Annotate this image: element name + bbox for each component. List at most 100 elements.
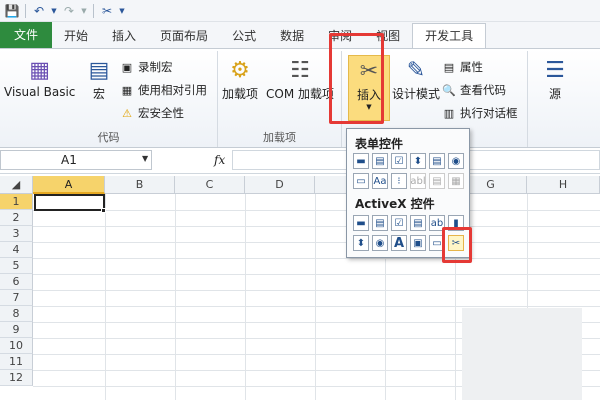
select-all-corner[interactable]: ◢: [0, 176, 33, 194]
gridline: [33, 290, 600, 291]
column-header[interactable]: B: [105, 176, 175, 194]
listbox-icon[interactable]: ▤: [429, 153, 445, 169]
row-header[interactable]: 2: [0, 210, 33, 226]
design-mode-icon: ✎: [406, 57, 426, 83]
column-header[interactable]: A: [33, 176, 105, 194]
macro-security-button[interactable]: ⚠ 宏安全性: [120, 105, 184, 121]
textfield-icon[interactable]: abl: [410, 173, 426, 189]
tab-data[interactable]: 数据: [268, 24, 316, 48]
undo-dropdown-icon[interactable]: ▼: [50, 3, 58, 19]
option-icon[interactable]: ◉: [372, 235, 388, 251]
option-icon[interactable]: ◉: [448, 153, 464, 169]
row-header[interactable]: 6: [0, 274, 33, 290]
combo-drop-icon[interactable]: ▦: [448, 173, 464, 189]
tab-page-layout[interactable]: 页面布局: [148, 24, 220, 48]
row-header[interactable]: 4: [0, 242, 33, 258]
tab-developer[interactable]: 开发工具: [412, 23, 487, 48]
formula-bar: A1 ▼ fx: [0, 148, 600, 174]
combobox-icon[interactable]: ▤: [372, 215, 388, 231]
view-code-label: 查看代码: [460, 83, 506, 97]
groupbox-icon[interactable]: ▭: [353, 173, 369, 189]
macro-label: 宏: [92, 87, 105, 101]
fx-icon[interactable]: fx: [214, 153, 225, 167]
row-header[interactable]: 5: [0, 258, 33, 274]
combo-list-icon[interactable]: ▤: [429, 173, 445, 189]
button-icon[interactable]: ▬: [353, 153, 369, 169]
label-icon[interactable]: Aa: [372, 173, 388, 189]
row-header[interactable]: 10: [0, 338, 33, 354]
group-code: ▦ Visual Basic ▤ 宏 ▣ 录制宏 ▦ 使用相对引用 ⚠ 宏安全性…: [0, 51, 218, 147]
form-controls-title: 表单控件: [355, 137, 404, 151]
listbox-icon[interactable]: ▤: [410, 215, 426, 231]
properties-button[interactable]: ▤ 属性: [442, 59, 483, 75]
warning-icon: ⚠: [122, 106, 132, 120]
view-code-button[interactable]: 🔍 查看代码: [442, 82, 506, 98]
macro-button[interactable]: ▤ 宏: [82, 55, 116, 102]
gear-icon: ⚙: [230, 57, 250, 83]
group-xml: ☰ 源: [528, 51, 600, 147]
combobox-icon[interactable]: ▤: [372, 153, 388, 169]
save-icon[interactable]: 💾: [4, 3, 20, 19]
row-header[interactable]: 3: [0, 226, 33, 242]
button-icon[interactable]: ▬: [353, 215, 369, 231]
scrollbar-icon[interactable]: ⁝: [391, 173, 407, 189]
run-dialog-button[interactable]: ▥ 执行对话框: [442, 105, 518, 121]
row-header[interactable]: 9: [0, 322, 33, 338]
label-icon[interactable]: A: [391, 235, 407, 251]
tab-insert[interactable]: 插入: [100, 24, 148, 48]
undo-icon[interactable]: ↶: [31, 3, 47, 19]
name-box[interactable]: A1: [0, 150, 152, 170]
relative-ref-button[interactable]: ▦ 使用相对引用: [120, 82, 207, 98]
column-header-row: ◢ A B C D E F G H: [0, 176, 600, 194]
quick-access-toolbar: 💾 ↶ ▼ ↷ ▼ ✂ ▼: [0, 0, 600, 22]
highlight-insert-button: [329, 33, 384, 124]
ribbon-tabs: 文件 开始 插入 页面布局 公式 数据 审阅 视图 开发工具: [0, 22, 600, 48]
spinner-icon[interactable]: ⬍: [353, 235, 369, 251]
selected-cell[interactable]: [34, 194, 105, 211]
worksheet-grid[interactable]: ◢ A B C D E F G H 1 2 3 4 5 6 7 8 9 10 1…: [0, 176, 600, 400]
source-button[interactable]: ☰ 源: [538, 55, 572, 102]
run-dialog-icon: ▥: [443, 106, 455, 120]
run-dialog-label: 执行对话框: [460, 106, 518, 120]
gridline: [33, 258, 600, 259]
properties-label: 属性: [460, 60, 483, 74]
row-header[interactable]: 8: [0, 306, 33, 322]
row-header[interactable]: 7: [0, 290, 33, 306]
addins-button[interactable]: ⚙ 加载项: [222, 55, 258, 102]
redo-icon[interactable]: ↷: [61, 3, 77, 19]
tools-icon[interactable]: ✂: [99, 3, 115, 19]
checkbox-icon[interactable]: ☑: [391, 215, 407, 231]
design-mode-label: 设计模式: [392, 87, 441, 101]
group-addins: ⚙ 加载项 ☷ COM 加载项 加载项: [218, 51, 342, 147]
chevron-down-icon[interactable]: ▼: [142, 154, 148, 163]
gridline: [33, 210, 600, 211]
customize-qat-icon[interactable]: ▼: [118, 3, 126, 19]
view-code-icon: 🔍: [442, 83, 456, 97]
checkbox-icon[interactable]: ☑: [391, 153, 407, 169]
row-header[interactable]: 12: [0, 370, 33, 386]
macro-icon: ▤: [88, 57, 110, 83]
fill-handle[interactable]: [101, 208, 106, 213]
visual-basic-label: Visual Basic: [4, 85, 76, 99]
group-addins-label: 加载项: [263, 131, 296, 144]
row-header[interactable]: 1: [0, 194, 33, 210]
com-addins-label: COM 加载项: [266, 87, 334, 101]
tab-formulas[interactable]: 公式: [220, 24, 268, 48]
ribbon: ▦ Visual Basic ▤ 宏 ▣ 录制宏 ▦ 使用相对引用 ⚠ 宏安全性…: [0, 48, 600, 148]
addins-label: 加载项: [222, 87, 259, 101]
tab-file[interactable]: 文件: [0, 22, 53, 48]
record-macro-button[interactable]: ▣ 录制宏: [120, 59, 173, 75]
spinner-icon[interactable]: ⬍: [410, 153, 426, 169]
tab-home[interactable]: 开始: [52, 24, 100, 48]
column-header[interactable]: C: [175, 176, 245, 194]
gridline: [33, 274, 600, 275]
visual-basic-button[interactable]: ▦ Visual Basic: [4, 55, 76, 100]
group-code-label: 代码: [97, 131, 120, 144]
com-addins-button[interactable]: ☷ COM 加载项: [266, 55, 334, 102]
column-header[interactable]: H: [527, 176, 600, 194]
row-header[interactable]: 11: [0, 354, 33, 370]
design-mode-button[interactable]: ✎ 设计模式: [392, 55, 440, 102]
column-header[interactable]: D: [245, 176, 315, 194]
image-icon[interactable]: ▣: [410, 235, 426, 251]
redo-dropdown-icon[interactable]: ▼: [80, 3, 88, 19]
